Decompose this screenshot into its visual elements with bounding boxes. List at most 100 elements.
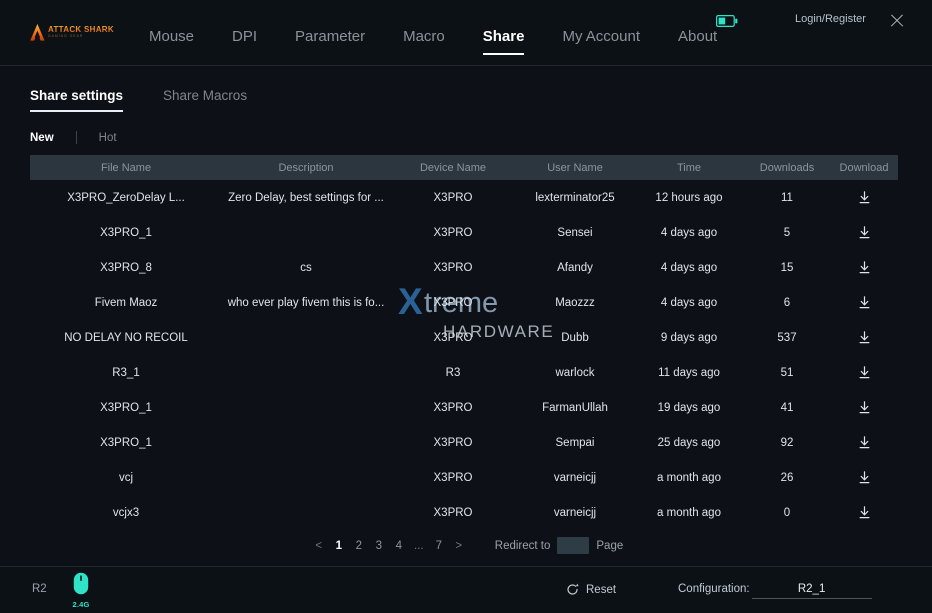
- cell-user-name: Dubb: [516, 332, 634, 344]
- download-icon[interactable]: [858, 331, 871, 344]
- cell-user-name: warlock: [516, 367, 634, 379]
- pagination-page-7[interactable]: 7: [429, 538, 449, 554]
- cell-time: 4 days ago: [634, 227, 744, 239]
- reset-button[interactable]: Reset: [566, 583, 616, 596]
- filter-new[interactable]: New: [30, 132, 54, 144]
- pagination-next[interactable]: >: [449, 538, 469, 554]
- cell-file-name: X3PRO_1: [30, 227, 222, 239]
- column-header-time: Time: [634, 162, 744, 174]
- cell-time: 11 days ago: [634, 367, 744, 379]
- cell-downloads: 5: [744, 227, 830, 239]
- reset-label: Reset: [586, 584, 616, 596]
- download-icon[interactable]: [858, 436, 871, 449]
- download-icon[interactable]: [858, 401, 871, 414]
- cell-device-name: X3PRO: [390, 402, 516, 414]
- cell-time: 12 hours ago: [634, 192, 744, 204]
- column-header-description: Description: [222, 162, 390, 174]
- download-icon[interactable]: [858, 506, 871, 519]
- mouse-device-indicator[interactable]: 2.4G: [70, 572, 92, 609]
- cell-file-name: X3PRO_1: [30, 437, 222, 449]
- cell-downloads: 11: [744, 192, 830, 204]
- cell-downloads: 26: [744, 472, 830, 484]
- device-label: R2: [32, 583, 47, 595]
- cell-user-name: varneicjj: [516, 507, 634, 519]
- cell-user-name: Sensei: [516, 227, 634, 239]
- column-header-file-name: File Name: [30, 162, 222, 174]
- cell-time: 19 days ago: [634, 402, 744, 414]
- table-row[interactable]: X3PRO_1X3PROSempai25 days ago92: [30, 425, 898, 460]
- nav-tab-dpi[interactable]: DPI: [213, 28, 276, 55]
- cell-file-name: R3_1: [30, 367, 222, 379]
- nav-tab-about[interactable]: About: [659, 28, 736, 55]
- cell-description: who ever play fivem this is fo...: [222, 297, 390, 309]
- cell-downloads: 15: [744, 262, 830, 274]
- cell-time: 25 days ago: [634, 437, 744, 449]
- table-row[interactable]: X3PRO_8csX3PROAfandy4 days ago15: [30, 250, 898, 285]
- pagination-prev[interactable]: <: [309, 538, 329, 554]
- cell-user-name: Maozzz: [516, 297, 634, 309]
- cell-device-name: X3PRO: [390, 472, 516, 484]
- login-register-link[interactable]: Login/Register: [795, 13, 866, 25]
- pagination-page-2[interactable]: 2: [349, 538, 369, 554]
- table-row[interactable]: Fivem Maozwho ever play fivem this is fo…: [30, 285, 898, 320]
- cell-file-name: X3PRO_ZeroDelay L...: [30, 192, 222, 204]
- pagination-page-3[interactable]: 3: [369, 538, 389, 554]
- nav-tab-parameter[interactable]: Parameter: [276, 28, 384, 55]
- download-icon[interactable]: [858, 191, 871, 204]
- cell-user-name: FarmanUllah: [516, 402, 634, 414]
- close-icon[interactable]: [886, 10, 908, 32]
- cell-device-name: X3PRO: [390, 437, 516, 449]
- download-icon[interactable]: [858, 261, 871, 274]
- pagination-page-1[interactable]: 1: [329, 538, 349, 554]
- configuration-value-field[interactable]: R2_1: [752, 583, 872, 599]
- cell-device-name: X3PRO: [390, 507, 516, 519]
- shark-logo-icon: [30, 24, 45, 41]
- cell-time: 4 days ago: [634, 297, 744, 309]
- cell-time: 4 days ago: [634, 262, 744, 274]
- filter-hot[interactable]: Hot: [99, 132, 117, 144]
- nav-tab-mouse[interactable]: Mouse: [130, 28, 213, 55]
- nav-tab-macro[interactable]: Macro: [384, 28, 464, 55]
- table-body: X3PRO_ZeroDelay L...Zero Delay, best set…: [30, 180, 898, 530]
- brand-logo: ATTACK SHARK GAMING GEAR: [30, 22, 118, 42]
- nav-tab-my-account[interactable]: My Account: [543, 28, 659, 55]
- cell-file-name: X3PRO_1: [30, 402, 222, 414]
- column-header-device-name: Device Name: [390, 162, 516, 174]
- cell-downloads: 6: [744, 297, 830, 309]
- cell-time: 9 days ago: [634, 332, 744, 344]
- subtab-share-macros[interactable]: Share Macros: [163, 88, 247, 112]
- table-row[interactable]: X3PRO_ZeroDelay L...Zero Delay, best set…: [30, 180, 898, 215]
- table-row[interactable]: X3PRO_1X3PROSensei4 days ago5: [30, 215, 898, 250]
- cell-user-name: lexterminator25: [516, 192, 634, 204]
- subtab-share-settings[interactable]: Share settings: [30, 88, 123, 112]
- redirect-page-input[interactable]: [557, 537, 589, 554]
- download-icon[interactable]: [858, 366, 871, 379]
- configuration-group: Configuration: R2_1: [678, 583, 872, 599]
- pagination-ellipsis: ...: [409, 538, 429, 554]
- table-row[interactable]: R3_1R3warlock11 days ago51: [30, 355, 898, 390]
- cell-file-name: vcjx3: [30, 507, 222, 519]
- download-icon[interactable]: [858, 296, 871, 309]
- cell-device-name: R3: [390, 367, 516, 379]
- column-header-download: Download: [830, 162, 898, 174]
- brand-tagline: GAMING GEAR: [48, 34, 114, 38]
- cell-user-name: Sempai: [516, 437, 634, 449]
- pagination-page-4[interactable]: 4: [389, 538, 409, 554]
- cell-downloads: 537: [744, 332, 830, 344]
- mouse-icon: [73, 572, 89, 595]
- cell-time: a month ago: [634, 472, 744, 484]
- table-row[interactable]: NO DELAY NO RECOILX3PRODubb9 days ago537: [30, 320, 898, 355]
- share-subtabs: Share settings Share Macros: [30, 88, 247, 112]
- cell-file-name: NO DELAY NO RECOIL: [30, 332, 222, 344]
- table-row[interactable]: vcjx3X3PROvarneicjja month ago0: [30, 495, 898, 530]
- cell-user-name: varneicjj: [516, 472, 634, 484]
- title-bar: ATTACK SHARK GAMING GEAR Mouse DPI Param…: [0, 0, 932, 66]
- download-icon[interactable]: [858, 471, 871, 484]
- table-row[interactable]: vcjX3PROvarneicjja month ago26: [30, 460, 898, 495]
- battery-icon: [716, 14, 738, 26]
- table-row[interactable]: X3PRO_1X3PROFarmanUllah19 days ago41: [30, 390, 898, 425]
- nav-tab-share[interactable]: Share: [464, 28, 544, 55]
- filter-divider: [76, 131, 77, 144]
- cell-downloads: 0: [744, 507, 830, 519]
- download-icon[interactable]: [858, 226, 871, 239]
